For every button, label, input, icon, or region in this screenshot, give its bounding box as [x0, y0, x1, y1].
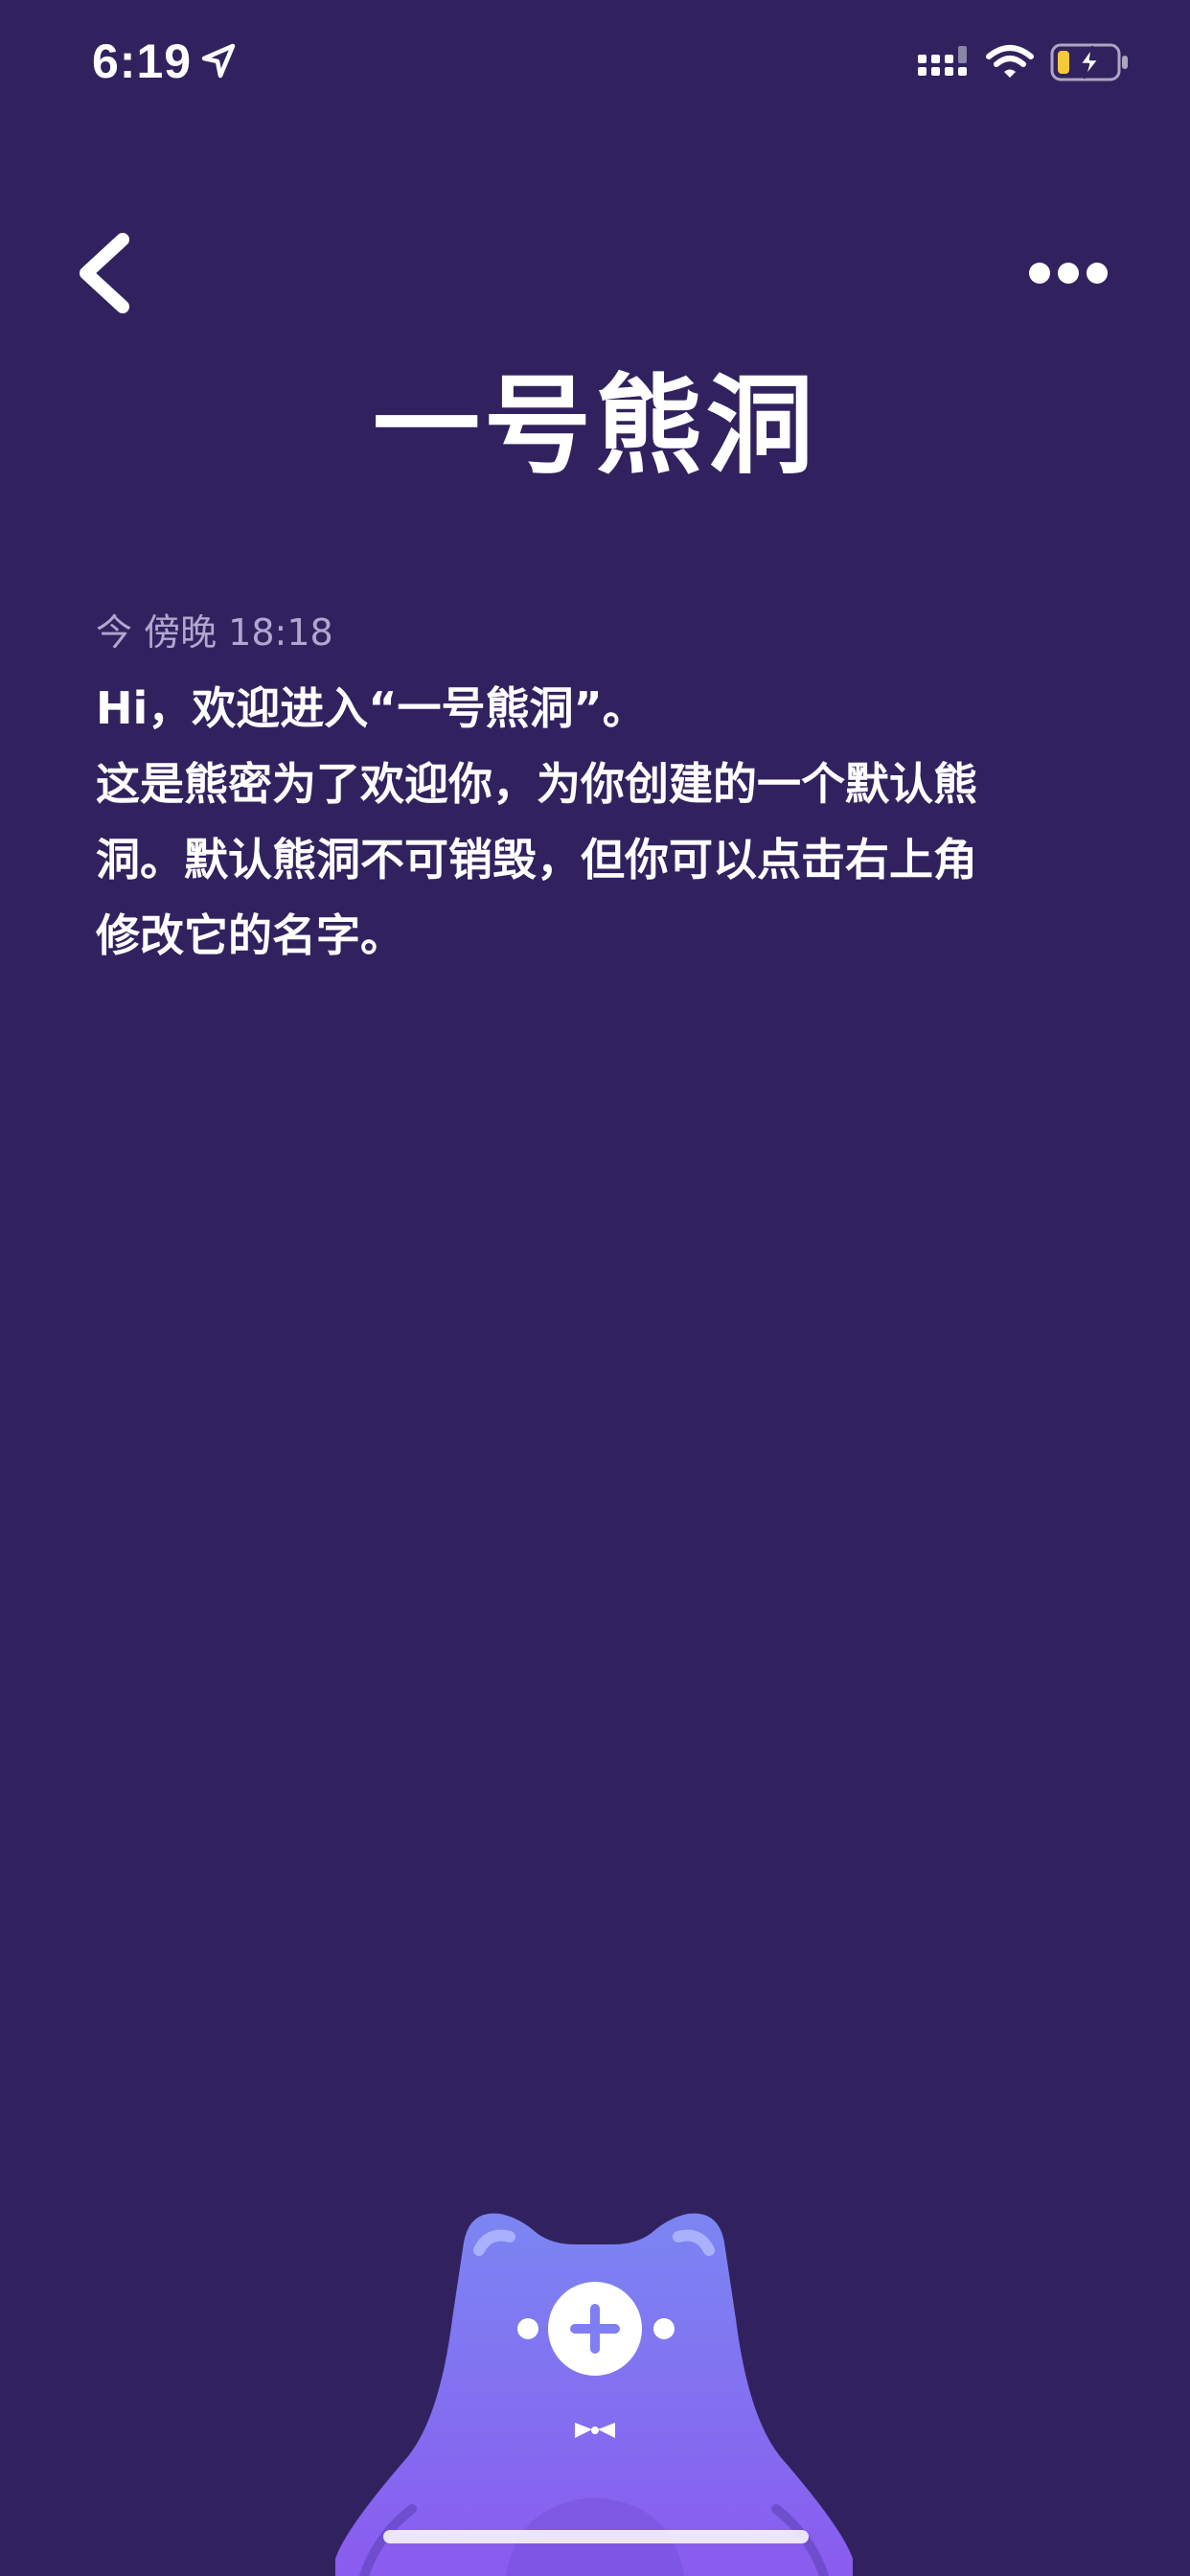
status-time: 6:19 — [92, 34, 193, 88]
wifi-icon — [986, 45, 1034, 78]
message-line: 这是熊密为了欢迎你，为你创建的一个默认熊 — [96, 758, 977, 810]
home-indicator[interactable] — [383, 2530, 809, 2543]
bear-add-icon — [335, 2213, 853, 2576]
chevron-left-icon — [80, 233, 129, 313]
back-button[interactable] — [67, 228, 144, 318]
bear-add-button[interactable] — [335, 2204, 853, 2576]
more-options-button[interactable] — [1016, 251, 1121, 295]
location-arrow-icon — [201, 43, 236, 79]
message-line: Hi，欢迎进入“一号熊洞”。 — [96, 682, 647, 734]
message-card: 今 傍晚 18:18 Hi，欢迎进入“一号熊洞”。 这是熊密为了欢迎你，为你创建… — [96, 606, 1111, 974]
cellular-signal-icon — [918, 46, 967, 76]
message-line: 洞。默认熊洞不可销毁，但你可以点击右上角 — [96, 834, 977, 886]
battery-charging-icon — [1050, 43, 1128, 81]
page-title: 一号熊洞 — [373, 364, 817, 489]
status-bar: 6:19 — [0, 0, 1190, 126]
message-timestamp: 今 傍晚 18:18 — [96, 611, 333, 654]
message-body: Hi，欢迎进入“一号熊洞”。 这是熊密为了欢迎你，为你创建的一个默认熊 洞。默认… — [96, 671, 1111, 974]
message-line: 修改它的名字。 — [96, 909, 404, 961]
